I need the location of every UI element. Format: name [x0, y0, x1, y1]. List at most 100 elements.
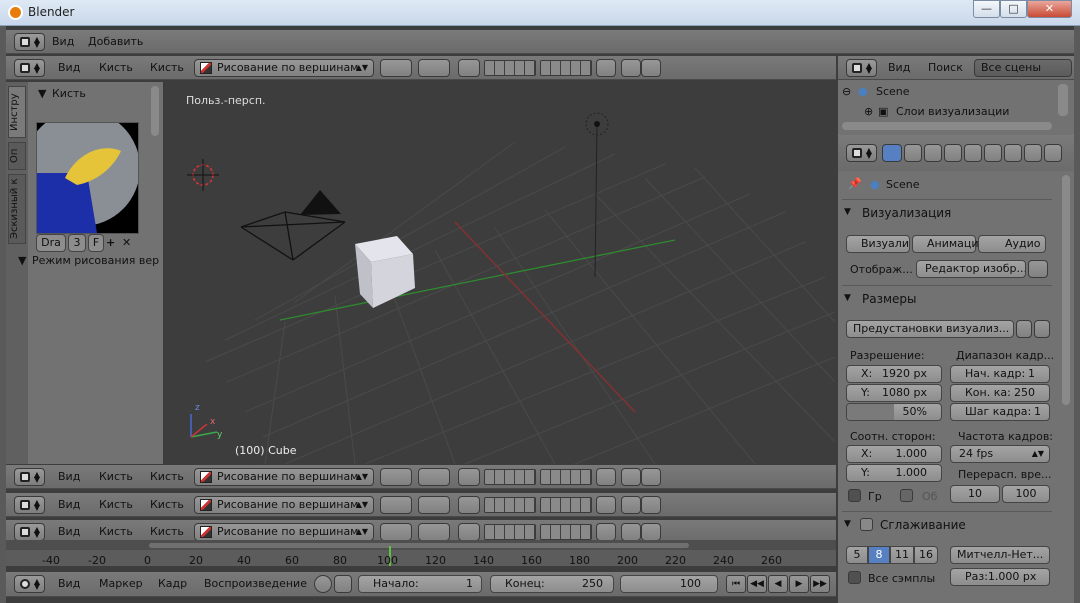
shading-dropdown[interactable]: [380, 496, 412, 514]
outliner-scene[interactable]: Scene: [876, 85, 910, 98]
remove-brush-icon[interactable]: ✕: [122, 236, 131, 249]
brush-preview-image[interactable]: [24, 110, 140, 234]
tab-grease-pencil[interactable]: Эскизный к: [8, 174, 26, 244]
pivot-dropdown[interactable]: [418, 468, 450, 486]
render-animation-icon[interactable]: [641, 496, 661, 514]
menu-brush-2[interactable]: Кисть: [150, 525, 184, 538]
preview-range-icon[interactable]: [314, 575, 332, 593]
editor-type-button[interactable]: ▲ ▼: [14, 33, 45, 51]
play-icon[interactable]: ▶: [789, 575, 809, 593]
timeline-ruler[interactable]: -40 -20 0 20 40 60 80 100 120 140 160 18…: [6, 540, 836, 567]
menu-playback[interactable]: Воспроизведение: [204, 577, 307, 590]
toolshelf-scrollbar[interactable]: [151, 86, 159, 136]
crop-checkbox[interactable]: [900, 489, 913, 502]
aa-samples-8[interactable]: 8: [868, 546, 890, 564]
menu-view[interactable]: Вид: [58, 577, 80, 590]
start-frame-field[interactable]: Начало: 1: [358, 575, 482, 593]
layer-toggle-button[interactable]: [458, 468, 480, 486]
layer-toggle-button[interactable]: [458, 59, 480, 77]
render-animation-icon[interactable]: [641, 468, 661, 486]
current-frame-field[interactable]: 100: [620, 575, 718, 593]
render-animation-icon[interactable]: [641, 523, 661, 541]
dimensions-section-header[interactable]: ▼ Размеры: [838, 289, 1058, 311]
layers-group-1[interactable]: [484, 524, 536, 540]
render-image-icon[interactable]: [621, 496, 641, 514]
editor-type-button[interactable]: ▲ ▼: [14, 468, 45, 486]
modifiers-tab-icon[interactable]: [1004, 144, 1022, 162]
menu-brush[interactable]: Кисть: [99, 470, 133, 483]
render-layers-tab-icon[interactable]: [904, 144, 922, 162]
border-checkbox[interactable]: [848, 489, 861, 502]
aa-filter-dropdown[interactable]: Митчелл-Нет...: [950, 546, 1050, 564]
filter-size-field[interactable]: Раз:1.000 px: [950, 568, 1050, 586]
play-reverse-icon[interactable]: ◀: [768, 575, 788, 593]
menu-view[interactable]: Вид: [58, 470, 80, 483]
mode-dropdown[interactable]: Рисование по вершинам ▲▼: [194, 523, 374, 541]
expand-icon[interactable]: ⊕: [864, 105, 873, 118]
render-animation-icon[interactable]: [641, 59, 661, 77]
fps-dropdown[interactable]: 24 fps ▲▼: [950, 445, 1050, 463]
world-tab-icon[interactable]: [944, 144, 962, 162]
add-brush-icon[interactable]: +: [106, 236, 115, 249]
editor-type-button[interactable]: ▲ ▼: [14, 575, 45, 593]
menu-view[interactable]: Вид: [888, 61, 910, 74]
properties-scrollbar[interactable]: [1062, 175, 1070, 405]
next-keyframe-icon[interactable]: ▶▶: [810, 575, 830, 593]
end-frame-field[interactable]: Кон. ка: 250: [950, 384, 1050, 402]
object-tab-icon[interactable]: [964, 144, 982, 162]
timeline-scroll-handle[interactable]: [149, 543, 689, 548]
render-section-header[interactable]: ▼ Визуализация: [838, 203, 1058, 225]
pivot-dropdown[interactable]: [418, 496, 450, 514]
editor-type-button[interactable]: ▲ ▼: [14, 523, 45, 541]
mode-dropdown[interactable]: Рисование по вершинам ▲▼: [194, 59, 374, 77]
start-frame-field[interactable]: Нач. кадр: 1: [950, 365, 1050, 383]
tab-options[interactable]: Оп: [8, 142, 26, 170]
lock-interface-icon[interactable]: [1028, 260, 1048, 278]
layer-toggle-button[interactable]: [458, 496, 480, 514]
material-tab-icon[interactable]: [1044, 144, 1062, 162]
lock-camera-icon[interactable]: [596, 523, 616, 541]
render-image-icon[interactable]: [621, 523, 641, 541]
aspect-y-field[interactable]: Y: 1.000: [846, 464, 942, 482]
layer-toggle-button[interactable]: [458, 523, 480, 541]
menu-brush[interactable]: Кисть: [99, 61, 133, 74]
pivot-dropdown[interactable]: [418, 59, 450, 77]
antialiasing-section-header[interactable]: ▼ Сглаживание: [838, 515, 1058, 537]
layers-group-2[interactable]: [540, 524, 592, 540]
editor-type-button[interactable]: ▲ ▼: [846, 59, 877, 77]
layers-group-1[interactable]: [484, 60, 536, 76]
full-sample-checkbox[interactable]: [848, 571, 861, 584]
tab-tools[interactable]: Инстру: [8, 86, 26, 138]
outliner-render-layers[interactable]: Слои визуализации: [896, 105, 1009, 118]
resolution-y-field[interactable]: Y: 1080 px: [846, 384, 942, 402]
menu-view[interactable]: Вид: [58, 525, 80, 538]
lock-camera-icon[interactable]: [596, 468, 616, 486]
menu-add[interactable]: Добавить: [88, 35, 143, 48]
aa-samples-16[interactable]: 16: [914, 546, 938, 564]
jump-start-icon[interactable]: ⏮: [726, 575, 746, 593]
lock-camera-icon[interactable]: [596, 59, 616, 77]
constraints-tab-icon[interactable]: [984, 144, 1002, 162]
outliner-h-scrollbar[interactable]: [842, 122, 1052, 130]
remove-preset-icon[interactable]: [1034, 320, 1050, 338]
resolution-percentage-slider[interactable]: 50%: [846, 403, 942, 421]
editor-type-button[interactable]: ▲ ▼: [846, 144, 877, 162]
mode-dropdown[interactable]: Рисование по вершинам ▲▼: [194, 468, 374, 486]
menu-brush[interactable]: Кисть: [99, 525, 133, 538]
menu-view[interactable]: Вид: [58, 498, 80, 511]
layers-group-2[interactable]: [540, 497, 592, 513]
collapse-icon[interactable]: ⊖: [842, 85, 851, 98]
render-animation-button[interactable]: Анимаци: [912, 235, 979, 253]
menu-brush[interactable]: Кисть: [99, 498, 133, 511]
display-dropdown[interactable]: Редактор изобр...: [916, 260, 1026, 278]
aspect-x-field[interactable]: X: 1.000: [846, 445, 942, 463]
antialiasing-checkbox[interactable]: [860, 518, 873, 531]
layers-group-1[interactable]: [484, 497, 536, 513]
brush-panel-title[interactable]: Кисть: [52, 87, 86, 100]
scene-tab-icon[interactable]: [924, 144, 942, 162]
brush-name-field[interactable]: Dra: [36, 234, 66, 252]
menu-brush-2[interactable]: Кисть: [150, 498, 184, 511]
remap-old-field[interactable]: 10: [950, 485, 1000, 503]
pin-icon[interactable]: 📌: [848, 177, 862, 190]
lock-icon[interactable]: [334, 575, 352, 593]
